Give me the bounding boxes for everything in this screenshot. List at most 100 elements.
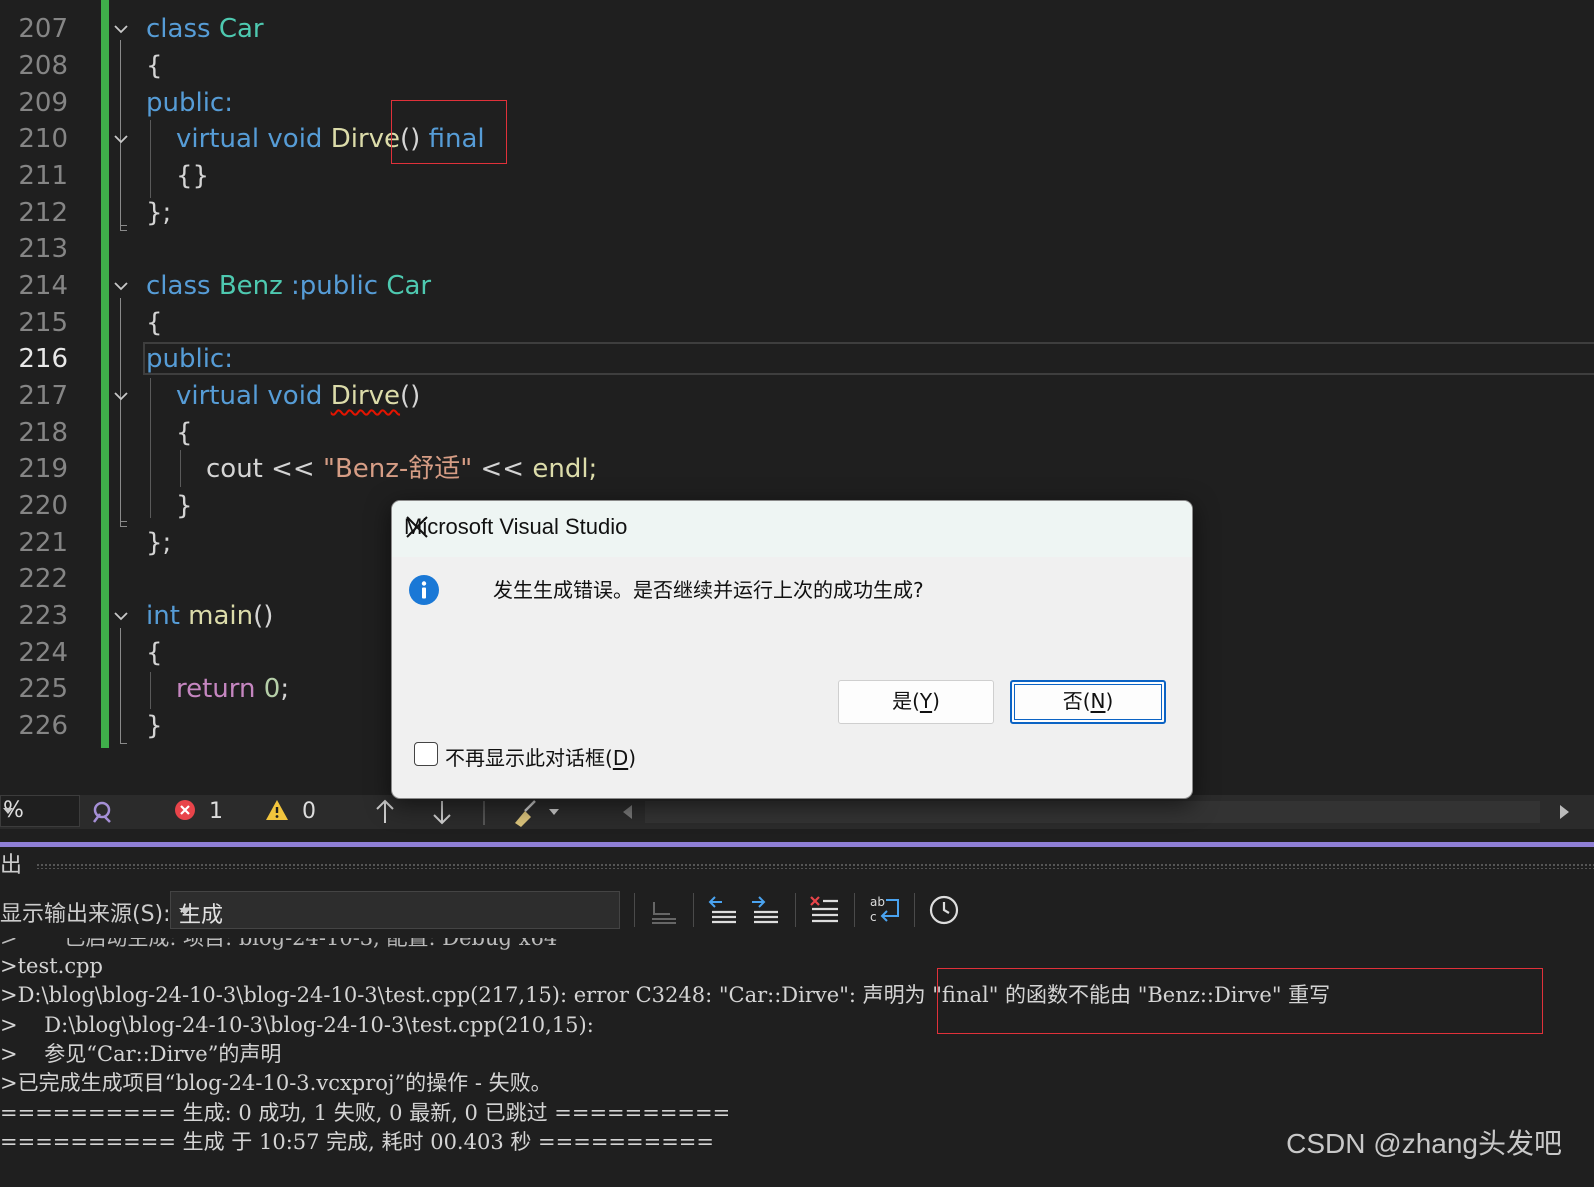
panel-title: 出: [0, 853, 23, 878]
yes-label: 是(: [892, 689, 920, 713]
access-specifier: :public: [291, 271, 379, 301]
code-line[interactable]: 212 };: [0, 195, 1594, 232]
line-number: 212: [18, 198, 68, 228]
function-name-error[interactable]: Dirve: [331, 381, 400, 411]
keyword-void: void: [267, 381, 323, 411]
final-highlight-box: [391, 100, 507, 164]
line-number: 226: [18, 711, 68, 741]
function-name: main: [188, 601, 254, 631]
no-button[interactable]: 否(N): [1010, 680, 1166, 724]
toolbar-separator: [914, 893, 915, 927]
previous-message-icon[interactable]: [706, 894, 738, 926]
zoom-dropdown[interactable]: %: [0, 795, 80, 827]
brace: };: [146, 528, 172, 558]
keyword-virtual: virtual: [176, 381, 260, 411]
function-name: Dirve: [330, 124, 401, 154]
svg-text:c: c: [870, 910, 877, 924]
clock-icon[interactable]: [928, 894, 960, 926]
code-line[interactable]: 217 virtual void Dirve(): [0, 378, 1594, 415]
output-line: ========== 生成 于 10:57 完成, 耗时 00.403 秒 ==…: [0, 1130, 714, 1154]
code-line[interactable]: 214 class Benz :public Car: [0, 268, 1594, 305]
keyword-class: class: [146, 14, 211, 44]
code-line[interactable]: 208 {: [0, 48, 1594, 85]
brace: {: [146, 308, 163, 338]
parens: (): [253, 601, 274, 631]
dialog-title-bar[interactable]: Microsoft Visual Studio: [392, 501, 1192, 557]
number-literal: 0: [263, 674, 281, 704]
line-number: 220: [18, 491, 68, 521]
fold-chevron-icon[interactable]: [112, 378, 130, 415]
line-number: 209: [18, 88, 68, 118]
output-line: > 已启动生成: 项目: blog-24-10-3, 配置: Debug x64: [0, 938, 558, 950]
chevron-down-icon: [3, 808, 13, 814]
drag-grip[interactable]: [36, 863, 1594, 869]
output-line[interactable]: > D:\blog\blog-24-10-3\blog-24-10-3\test…: [0, 1011, 594, 1040]
brace: }: [146, 711, 163, 741]
close-icon[interactable]: [404, 514, 430, 540]
word-wrap-icon[interactable]: ab c: [868, 894, 900, 926]
line-number: 213: [18, 234, 68, 264]
toolbar-separator: [795, 893, 796, 927]
message-dialog: Microsoft Visual Studio 发生生成错误。是否继续并运行上次…: [391, 500, 1193, 799]
type-name: Car: [386, 271, 432, 301]
watermark: CSDN @zhang头发吧: [1286, 1128, 1562, 1159]
yes-button[interactable]: 是(Y): [838, 680, 994, 724]
code-line[interactable]: 215 {: [0, 305, 1594, 342]
line-number: 208: [18, 51, 68, 81]
scroll-right-icon[interactable]: [1560, 805, 1569, 819]
error-message-highlight-box: [937, 968, 1543, 1034]
code-line[interactable]: 219 cout << "Benz-舒适" << endl;: [0, 451, 1594, 488]
error-count[interactable]: 1: [174, 795, 223, 829]
output-toolbar: 显示输出来源(S): 生成 ab c: [0, 884, 1594, 938]
code-cleanup-icon[interactable]: [511, 797, 563, 831]
access-specifier: public:: [146, 88, 233, 118]
paren: ): [1105, 689, 1114, 713]
code-line[interactable]: 207 class Car: [0, 11, 1594, 48]
code-line[interactable]: 211 {}: [0, 158, 1594, 195]
keyword-int: int: [146, 601, 180, 631]
info-icon: [409, 575, 439, 605]
intellicode-icon[interactable]: [88, 798, 116, 832]
line-number: 222: [18, 564, 68, 594]
line-number: 223: [18, 601, 68, 631]
line-number: 216: [18, 344, 68, 374]
scrollbar-thumb[interactable]: [645, 801, 1540, 823]
dont-show-again-checkbox[interactable]: [414, 742, 438, 766]
panel-splitter[interactable]: [0, 842, 1594, 847]
fold-chevron-icon[interactable]: [112, 121, 130, 158]
fold-chevron-icon[interactable]: [112, 598, 130, 635]
arrow-up-icon[interactable]: [374, 799, 396, 833]
fold-chevron-icon[interactable]: [112, 11, 130, 48]
dont-show-again-label[interactable]: 不再显示此对话框(D): [445, 742, 636, 771]
output-line: >test.cpp: [0, 954, 104, 978]
code-line[interactable]: 218 {: [0, 415, 1594, 452]
code-line[interactable]: 209 public:: [0, 85, 1594, 122]
paren: ): [628, 746, 637, 770]
svg-text:ab: ab: [870, 895, 885, 909]
paren: ): [932, 689, 940, 713]
string-literal: "Benz-舒适": [322, 454, 473, 484]
output-source-select[interactable]: 生成: [170, 891, 620, 929]
brace: };: [146, 198, 172, 228]
keyword-void: void: [267, 124, 323, 154]
fold-chevron-icon[interactable]: [112, 268, 130, 305]
go-to-error-icon[interactable]: [648, 894, 680, 926]
code-line[interactable]: 213: [0, 231, 1594, 268]
brace: {: [146, 51, 163, 81]
dialog-title: Microsoft Visual Studio: [404, 514, 628, 539]
operator: <<: [271, 454, 315, 484]
dialog-message: 发生生成错误。是否继续并运行上次的成功生成?: [493, 578, 924, 602]
parens: (): [400, 381, 421, 411]
warning-count[interactable]: 0: [265, 795, 316, 829]
arrow-down-icon[interactable]: [431, 799, 453, 833]
scroll-left-icon[interactable]: [623, 805, 632, 819]
code-line[interactable]: 216 public:: [0, 341, 1594, 378]
brace: {}: [176, 161, 210, 191]
clear-all-icon[interactable]: [808, 894, 840, 926]
toolbar-separator: [483, 801, 485, 825]
line-number: 225: [18, 674, 68, 704]
horizontal-scrollbar[interactable]: [617, 799, 1575, 825]
next-message-icon[interactable]: [748, 894, 780, 926]
brace: {: [146, 638, 163, 668]
code-line[interactable]: 210 virtual void Dirve() final: [0, 121, 1594, 158]
